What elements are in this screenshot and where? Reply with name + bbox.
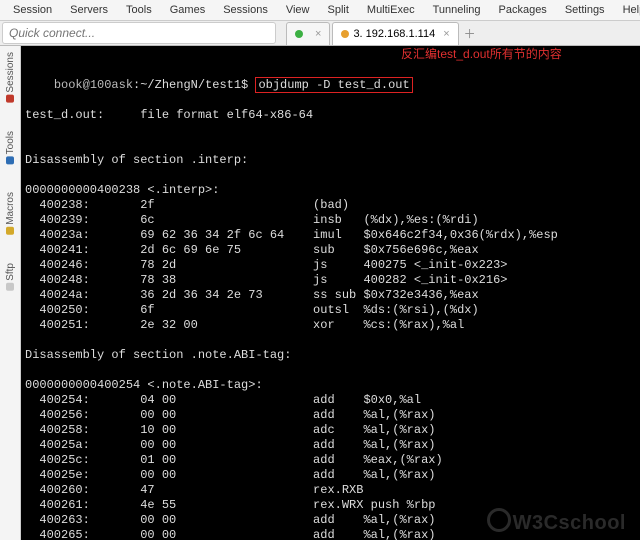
terminal-output: test_d.out: file format elf64-x86-64 Dis… (25, 93, 636, 540)
close-icon[interactable]: × (443, 28, 449, 40)
menu-item-packages[interactable]: Packages (490, 0, 556, 20)
connect-bar: × 3. 192.168.1.114 × ＋ (0, 21, 640, 46)
menu-item-tunneling[interactable]: Tunneling (424, 0, 490, 20)
sidebar-macros[interactable]: Macros (5, 190, 16, 237)
sidebar-icon (6, 95, 14, 103)
sidebar-sftp[interactable]: Sftp (5, 261, 16, 293)
tab-row: × 3. 192.168.1.114 × ＋ (286, 22, 479, 45)
annotation-text: 反汇编test_d.out所有节的内容 (401, 47, 562, 62)
sidebar-icon (6, 156, 14, 164)
menu-item-view[interactable]: View (277, 0, 319, 20)
menu-item-multiexec[interactable]: MultiExec (358, 0, 424, 20)
menu-item-sessions[interactable]: Sessions (214, 0, 277, 20)
prompt-path: :~/ZhengN/test1$ (133, 78, 255, 92)
new-tab-button[interactable]: ＋ (461, 25, 479, 42)
sidebar-tools[interactable]: Tools (5, 129, 16, 166)
sidebar-icon (6, 283, 14, 291)
menu-bar: SessionServersToolsGamesSessionsViewSpli… (0, 0, 640, 21)
menu-item-settings[interactable]: Settings (556, 0, 614, 20)
status-dot (341, 30, 349, 38)
menu-item-tools[interactable]: Tools (117, 0, 161, 20)
session-tab-1[interactable]: 3. 192.168.1.114 × (332, 22, 458, 45)
sidebar-icon (6, 227, 14, 235)
status-dot (295, 30, 303, 38)
menu-item-session[interactable]: Session (4, 0, 61, 20)
menu-item-help[interactable]: Help (614, 0, 640, 20)
menu-item-servers[interactable]: Servers (61, 0, 117, 20)
sidebar-sessions[interactable]: Sessions (5, 50, 16, 105)
workspace: Sessions Tools Macros Sftp 反汇编test_d.out所有节… (0, 46, 640, 540)
close-icon[interactable]: × (315, 28, 321, 40)
prompt-user: book@100ask (54, 78, 133, 92)
menu-item-games[interactable]: Games (161, 0, 214, 20)
quick-connect-input[interactable] (2, 22, 276, 44)
sidebar: Sessions Tools Macros Sftp (0, 46, 21, 540)
tab-label: 3. 192.168.1.114 (353, 28, 435, 40)
terminal[interactable]: 反汇编test_d.out所有节的内容 book@100ask:~/ZhengN… (21, 46, 640, 540)
session-tab-0[interactable]: × (286, 22, 330, 45)
menu-item-split[interactable]: Split (319, 0, 358, 20)
highlighted-command: objdump -D test_d.out (255, 77, 412, 93)
